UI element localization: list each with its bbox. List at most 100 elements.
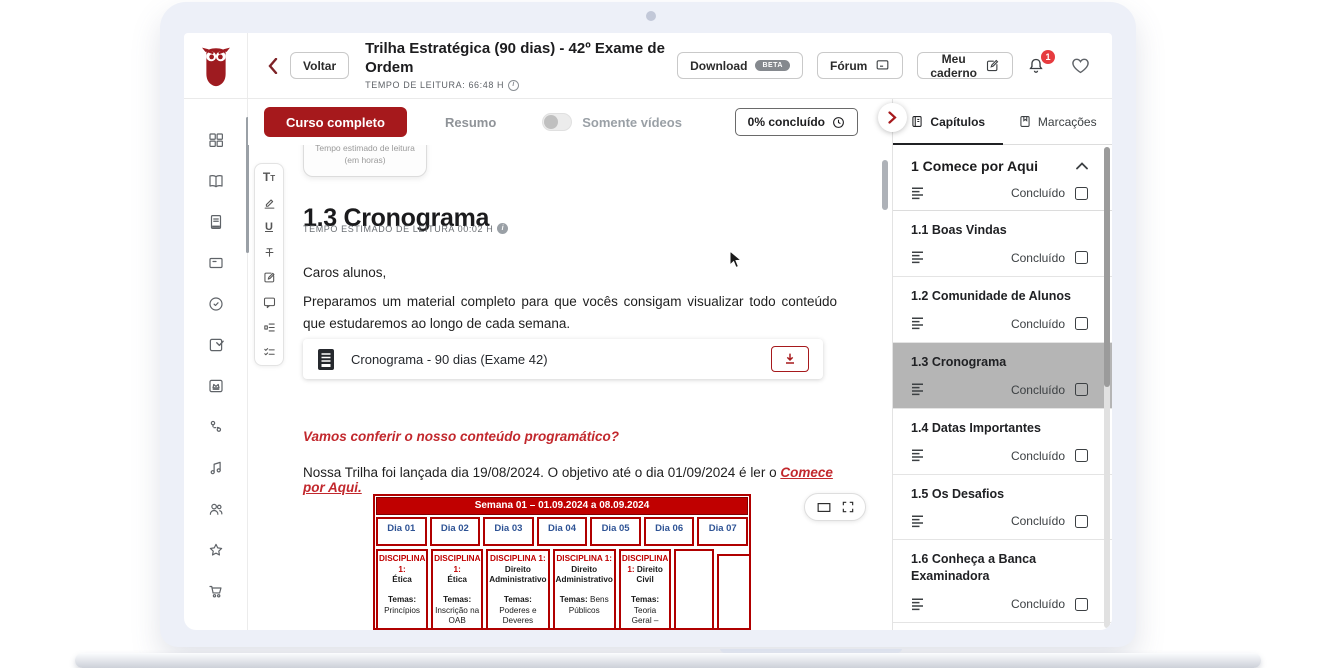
paragraph-intro: Preparamos um material completo para que… [303, 291, 837, 336]
concluido-label: Concluído [1011, 597, 1065, 611]
notes-lines-icon[interactable] [911, 251, 925, 264]
schedule-table: Semana 01 – 01.09.2024 a 08.09.2024 Dia … [373, 494, 751, 630]
concluido-checkbox[interactable] [1075, 383, 1088, 396]
mouse-cursor [729, 250, 742, 269]
chapter-item-title: 1.6 Conheça a Banca Examinadora [911, 551, 1088, 585]
chapter-item-title: 1.5 Os Desafios [911, 486, 1088, 503]
chapter-item-title: 1.1 Boas Vindas [911, 222, 1088, 239]
reader-icon[interactable] [207, 213, 225, 231]
concluido-checkbox[interactable] [1075, 187, 1088, 200]
library-book-icon[interactable] [207, 172, 225, 190]
concluido-checkbox[interactable] [1075, 317, 1088, 330]
fit-width-icon[interactable] [816, 501, 832, 514]
chapter-item-1.4[interactable]: 1.4 Datas ImportantesConcluído [893, 408, 1112, 474]
chapter-item-1.7[interactable]: 1.7 A importância do Ambiente de EstudoC… [893, 622, 1112, 630]
tab-capitulos[interactable]: Capítulos [893, 99, 1003, 144]
somente-videos-label: Somente vídeos [582, 115, 682, 130]
tab-marcacoes-label: Marcações [1038, 115, 1097, 129]
text-size-icon[interactable]: TT [263, 170, 275, 184]
concluido-label: Concluído [1011, 251, 1065, 265]
flashcards-icon[interactable] [207, 254, 225, 272]
notifications-bell[interactable]: 1 [1027, 56, 1051, 75]
progress-button[interactable]: 0% concluído [735, 108, 858, 136]
chapter-item-1.5[interactable]: 1.5 Os Desafios Concluído [893, 474, 1112, 540]
schedule-cell: DISCIPLINA 1:DireitoAdministrativoTemas:… [486, 549, 549, 630]
forum-label: Fórum [830, 59, 867, 73]
chevron-up-icon[interactable] [1076, 162, 1088, 170]
checklist-icon[interactable] [262, 345, 277, 359]
forum-button[interactable]: Fórum [817, 52, 903, 79]
course-title: Trilha Estratégica (90 dias) - 42º Exame… [365, 40, 665, 78]
notes-lines-icon[interactable] [911, 383, 925, 396]
premium-crown-icon[interactable] [207, 377, 225, 395]
annotation-icon[interactable] [262, 270, 277, 284]
store-cart-icon[interactable] [207, 582, 225, 600]
beta-badge: BETA [755, 60, 790, 71]
schedule-cell: Simulado [717, 554, 751, 630]
concluido-checkbox[interactable] [1075, 251, 1088, 264]
chapter-item-1.1[interactable]: 1.1 Boas Vindas Concluído [893, 211, 1112, 276]
indent-icon[interactable] [262, 320, 277, 334]
chapter-item-1.3[interactable]: 1.3 CronogramaConcluído [893, 342, 1112, 408]
paragraph-trail-text: Nossa Trilha foi lançada dia 19/08/2024.… [303, 465, 780, 480]
attachment-download-button[interactable] [771, 346, 809, 372]
notes-lines-icon[interactable] [911, 449, 925, 462]
chapter-item-1.6[interactable]: 1.6 Conheça a Banca Examinadora Concluído [893, 539, 1112, 622]
concluido-label: Concluído [1011, 514, 1065, 528]
notes-lines-icon[interactable] [911, 515, 925, 528]
history-clock-icon[interactable] [207, 295, 225, 313]
schedule-cell: DISCIPLINA 1:ÉticaTemas:Inscrição naOAB [431, 549, 483, 630]
schedule-cell: DISCIPLINA 1:ÉticaTemas:PrincípiosDISCIP… [376, 549, 428, 630]
sidebar-tabs: Capítulos Marcações [893, 99, 1112, 145]
lesson-content: Tempo estimado de leitura (em horas) TTU… [248, 145, 892, 630]
highlighter-icon[interactable] [262, 195, 277, 209]
app-header: Voltar Trilha Estratégica (90 dias) - 42… [184, 33, 1112, 99]
voltar-button[interactable]: Voltar [290, 52, 349, 79]
tooltip-line2: (em horas) [344, 154, 385, 167]
community-users-icon[interactable] [207, 500, 225, 518]
content-scrollbar-thumb[interactable] [882, 160, 888, 210]
edit-square-icon [985, 58, 1000, 73]
somente-videos-toggle[interactable] [542, 113, 572, 131]
progress-label: 0% concluído [748, 115, 825, 129]
tab-marcacoes[interactable]: Marcações [1003, 99, 1113, 144]
sidebar-scrollbar-thumb[interactable] [1104, 147, 1110, 387]
schedule-title: Semana 01 – 01.09.2024 a 08.09.2024 [376, 497, 748, 515]
dashboard-icon[interactable] [207, 131, 225, 149]
info-icon[interactable]: i [508, 80, 519, 91]
concluido-checkbox[interactable] [1075, 515, 1088, 528]
concluido-checkbox[interactable] [1075, 449, 1088, 462]
favorites-star-icon[interactable] [207, 541, 225, 559]
concluido-label: Concluído [1011, 317, 1065, 331]
notes-lines-icon[interactable] [911, 598, 925, 611]
notes-lines-icon[interactable] [911, 187, 925, 200]
info-filled-icon[interactable]: i [497, 223, 508, 234]
tasks-check-icon[interactable] [207, 336, 225, 354]
brand-logo[interactable] [184, 33, 248, 98]
toggle-knob [544, 115, 558, 129]
tab-resumo[interactable]: Resumo [445, 115, 496, 130]
chapter-item-1.2[interactable]: 1.2 Comunidade de AlunosConcluído [893, 276, 1112, 342]
favorite-heart-icon[interactable] [1071, 57, 1090, 74]
audio-note-icon[interactable] [207, 459, 225, 477]
notes-lines-icon[interactable] [911, 317, 925, 330]
comment-icon[interactable] [262, 295, 277, 309]
chapter-section[interactable]: 1 Comece por Aqui Concluído [893, 145, 1112, 211]
schedule-cell: RevisãoSemanalAjuste / [674, 549, 714, 630]
notebook-button[interactable]: Meu caderno [917, 52, 1013, 79]
collapse-sidebar-button[interactable] [878, 103, 907, 132]
schedule-day-header: Dia 04 [537, 517, 588, 546]
journey-route-icon[interactable] [207, 418, 225, 436]
course-subbar: Curso completo Resumo Somente vídeos 0% … [248, 99, 892, 145]
underline-icon[interactable]: U [265, 220, 273, 234]
download-button[interactable]: Download BETA [677, 52, 803, 79]
bookmark-icon [1018, 114, 1032, 129]
laptop-base [75, 653, 1261, 668]
strikethrough-icon[interactable] [262, 245, 277, 259]
schedule-day-header: Dia 06 [644, 517, 695, 546]
back-chevron-icon[interactable] [268, 58, 278, 74]
attachment-title: Cronograma - 90 dias (Exame 42) [351, 352, 548, 367]
tab-curso-completo[interactable]: Curso completo [264, 107, 407, 137]
fullscreen-icon[interactable] [841, 500, 855, 514]
concluido-checkbox[interactable] [1075, 598, 1088, 611]
